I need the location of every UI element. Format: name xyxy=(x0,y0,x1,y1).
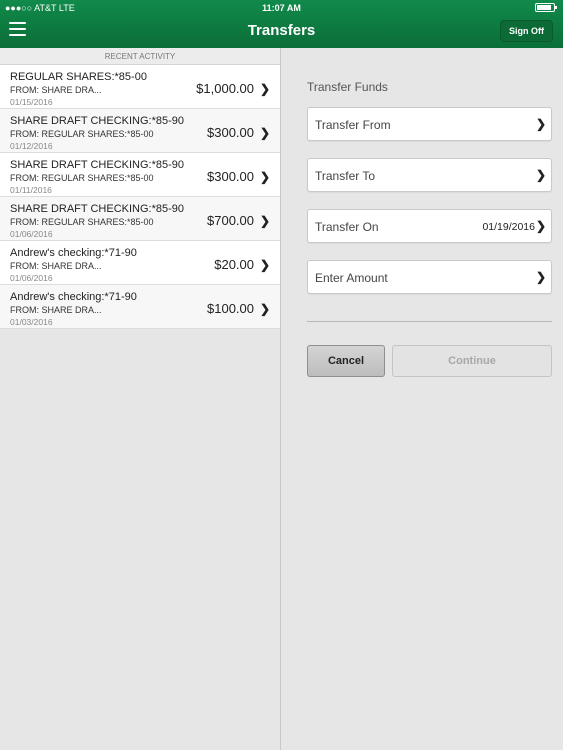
transfer-from-label: Transfer From xyxy=(315,118,391,132)
activity-account: SHARE DRAFT CHECKING:*85-90 xyxy=(10,115,185,127)
chevron-right-icon: ❯ xyxy=(535,270,546,284)
recent-activity-list: REGULAR SHARES:*85-00 FROM: SHARE DRA...… xyxy=(0,65,280,329)
amount-label: Enter Amount xyxy=(315,271,388,285)
activity-date: 01/06/2016 xyxy=(10,229,53,239)
activity-account: Andrew's checking:*71-90 xyxy=(10,291,137,303)
recent-activity-header: RECENT ACTIVITY xyxy=(0,48,280,65)
activity-amount: $100.00 xyxy=(207,301,254,316)
chevron-right-icon: ❯ xyxy=(259,302,270,316)
battery-level xyxy=(537,5,551,10)
chevron-right-icon: ❯ xyxy=(535,117,546,131)
transfer-on-date: 01/19/2016 xyxy=(482,221,535,233)
app-header: ●●●○○ AT&T LTE 11:07 AM Transfers Sign O… xyxy=(0,0,563,48)
activity-amount: $20.00 xyxy=(214,257,254,272)
battery-icon xyxy=(535,3,557,12)
activity-amount: $300.00 xyxy=(207,125,254,140)
transfer-on-label: Transfer On xyxy=(315,220,379,234)
activity-from: FROM: SHARE DRA... xyxy=(10,85,102,95)
clock: 11:07 AM xyxy=(262,3,301,13)
chevron-right-icon: ❯ xyxy=(259,170,270,184)
continue-button[interactable]: Continue xyxy=(392,345,552,377)
activity-account: SHARE DRAFT CHECKING:*85-90 xyxy=(10,159,185,171)
chevron-right-icon: ❯ xyxy=(259,126,270,140)
activity-account: Andrew's checking:*71-90 xyxy=(10,247,137,259)
transfer-from-field[interactable]: Transfer From ❯ xyxy=(307,107,552,141)
activity-row[interactable]: Andrew's checking:*71-90 FROM: SHARE DRA… xyxy=(0,241,280,285)
amount-field[interactable]: Enter Amount ❯ xyxy=(307,260,552,294)
activity-date: 01/12/2016 xyxy=(10,141,53,151)
activity-from: FROM: REGULAR SHARES:*85-00 xyxy=(10,173,154,183)
transfer-form-panel: Transfer Funds Transfer From ❯ Transfer … xyxy=(282,48,563,750)
chevron-right-icon: ❯ xyxy=(535,219,546,233)
activity-from: FROM: SHARE DRA... xyxy=(10,261,102,271)
transfer-to-field[interactable]: Transfer To ❯ xyxy=(307,158,552,192)
activity-row[interactable]: SHARE DRAFT CHECKING:*85-90 FROM: REGULA… xyxy=(0,109,280,153)
activity-row[interactable]: REGULAR SHARES:*85-00 FROM: SHARE DRA...… xyxy=(0,65,280,109)
page-title: Transfers xyxy=(247,22,316,39)
chevron-right-icon: ❯ xyxy=(259,258,270,272)
activity-row[interactable]: Andrew's checking:*71-90 FROM: SHARE DRA… xyxy=(0,285,280,329)
status-bar: ●●●○○ AT&T LTE 11:07 AM xyxy=(0,0,563,16)
chevron-right-icon: ❯ xyxy=(535,168,546,182)
activity-row[interactable]: SHARE DRAFT CHECKING:*85-90 FROM: REGULA… xyxy=(0,153,280,197)
chevron-right-icon: ❯ xyxy=(259,82,270,96)
activity-amount: $300.00 xyxy=(207,169,254,184)
sign-off-button[interactable]: Sign Off xyxy=(500,20,553,42)
form-divider xyxy=(307,321,552,322)
activity-date: 01/15/2016 xyxy=(10,97,53,107)
recent-activity-panel: RECENT ACTIVITY REGULAR SHARES:*85-00 FR… xyxy=(0,48,281,750)
activity-account: SHARE DRAFT CHECKING:*85-90 xyxy=(10,203,185,215)
activity-from: FROM: REGULAR SHARES:*85-00 xyxy=(10,217,154,227)
activity-date: 01/03/2016 xyxy=(10,317,53,327)
activity-from: FROM: REGULAR SHARES:*85-00 xyxy=(10,129,154,139)
transfer-funds-heading: Transfer Funds xyxy=(307,80,388,94)
activity-amount: $1,000.00 xyxy=(196,81,254,96)
transfer-on-field[interactable]: Transfer On 01/19/2016 ❯ xyxy=(307,209,552,243)
activity-from: FROM: SHARE DRA... xyxy=(10,305,102,315)
chevron-right-icon: ❯ xyxy=(259,214,270,228)
activity-amount: $700.00 xyxy=(207,213,254,228)
transfer-to-label: Transfer To xyxy=(315,169,376,183)
activity-row[interactable]: SHARE DRAFT CHECKING:*85-90 FROM: REGULA… xyxy=(0,197,280,241)
activity-date: 01/11/2016 xyxy=(10,185,52,195)
cancel-button[interactable]: Cancel xyxy=(307,345,385,377)
activity-account: REGULAR SHARES:*85-00 xyxy=(10,71,147,83)
activity-date: 01/06/2016 xyxy=(10,273,53,283)
